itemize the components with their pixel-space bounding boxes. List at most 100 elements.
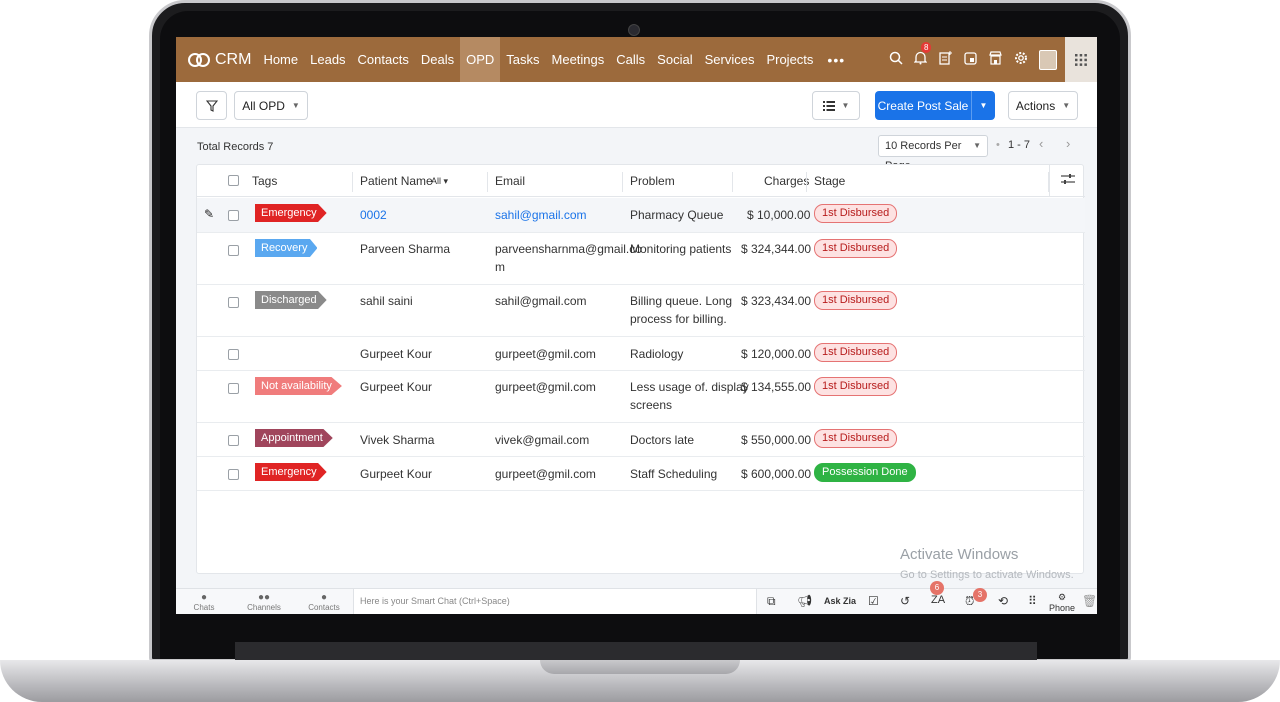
patient-name-cell[interactable]: Gurpeet Kour [360,346,432,363]
nav-services[interactable]: Services [699,37,761,82]
translate-icon[interactable]: ZA [931,594,945,606]
table-row[interactable]: ✎ Emergency 0002 sahil@gmail.com Pharmac… [197,198,1085,233]
nav-more-button[interactable]: ••• [819,52,853,68]
header-email[interactable]: Email [495,174,525,188]
dialpad-icon[interactable]: ⠿ [1028,594,1037,608]
laptop-hinge [235,642,1037,660]
quick-create-icon[interactable] [933,50,958,69]
nav-tasks[interactable]: Tasks [500,37,545,82]
nav-deals[interactable]: Deals [415,37,460,82]
problem-cell: Billing queue. Long [630,294,733,308]
table-row[interactable]: Emergency Gurpeet Kour gurpeet@gmil.com … [197,457,1085,491]
nav-leads[interactable]: Leads [304,37,351,82]
list-toolbar: All OPD ▼ ▼ Create Post Sale ▼ Actions ▼ [176,82,1097,128]
nav-social[interactable]: Social [651,37,698,82]
channels-button[interactable]: ●● Channels [244,592,284,613]
email-cell: sahil@gmail.com [495,294,587,308]
nav-opd[interactable]: OPD [460,37,501,82]
patient-filter-dropdown[interactable]: All ▾ [431,176,448,187]
problem-cell-wrap: screens [630,398,673,412]
settings-gear-icon[interactable] [1008,51,1033,69]
problem-cell: Less usage of. display [630,380,749,394]
header-patient-name[interactable]: Patient Name [360,174,433,188]
crm-logo[interactable]: CRM [188,51,251,69]
email-link[interactable]: sahil@gmail.com [495,207,587,224]
nav-contacts[interactable]: Contacts [352,37,415,82]
edit-pencil-icon[interactable]: ✎ [204,207,214,221]
app-grid-icon[interactable] [1065,37,1097,82]
screen-share-icon[interactable]: ⧉ [767,594,776,609]
table-row[interactable]: Not availability Gurpeet Kour gurpeet@gm… [197,371,1085,423]
row-checkbox[interactable] [228,349,239,360]
select-all-checkbox[interactable] [228,175,239,186]
alarm-badge: 3 [973,588,987,602]
prev-page-icon[interactable]: ‹ [1039,136,1043,151]
table-row[interactable]: Appointment Vivek Sharma vivek@gmail.com… [197,423,1085,457]
stage-badge: 1st Disbursed [814,204,898,223]
list-view-toggle[interactable]: ▼ [812,91,860,120]
trash-icon[interactable]: 🗑︎ [1082,594,1097,608]
column-divider [806,172,807,192]
smart-chat-input[interactable]: Here is your Smart Chat (Ctrl+Space) [353,589,757,614]
marketplace-icon[interactable] [983,50,1008,69]
patient-name-cell[interactable]: sahil saini [360,293,413,310]
patient-name-cell[interactable]: Gurpeet Kour [360,466,432,483]
patient-name-cell[interactable]: Vivek Sharma [360,432,434,449]
header-problem[interactable]: Problem [630,174,675,188]
undo-arrow-icon[interactable]: ↺ [900,594,910,608]
search-icon[interactable] [883,51,908,69]
charges-cell: $ 550,000.00 [741,433,812,447]
table-row[interactable]: Recovery Parveen Sharma parveensharnma@g… [197,233,1085,285]
history-icon[interactable]: ⟲ [998,594,1008,608]
user-avatar[interactable] [1039,49,1057,70]
chevron-down-icon: ▼ [973,141,981,150]
row-checkbox[interactable] [228,383,239,394]
chevron-down-icon: ▼ [1062,101,1071,110]
create-post-sale-button[interactable]: Create Post Sale ▼ [875,91,995,120]
records-per-page-select[interactable]: 10 Records Per Page▼ [878,135,988,172]
total-records: Total Records 7 [197,141,274,153]
megaphone-icon[interactable]: 📢︎ [797,594,812,608]
row-checkbox[interactable] [228,297,239,308]
email-cell: vivek@gmail.com [495,433,590,447]
patient-name-cell[interactable]: Parveen Sharma [360,241,450,258]
table-row[interactable]: Discharged sahil saini sahil@gmail.com B… [197,285,1085,337]
header-stage[interactable]: Stage [814,174,845,188]
chats-button[interactable]: ● Chats [184,593,224,613]
filter-button[interactable] [196,91,227,120]
contacts-button[interactable]: ● Contacts [304,593,344,613]
create-dropdown-icon[interactable]: ▼ [971,91,995,120]
column-divider [732,172,733,192]
patient-name-cell[interactable]: Gurpeet Kour [360,379,432,396]
stage-badge: Possession Done [814,463,916,482]
view-selector[interactable]: All OPD ▼ [234,91,308,120]
row-checkbox[interactable] [228,210,239,221]
calendar-icon[interactable] [958,51,983,69]
charges-cell: $ 324,344.00 [741,242,812,256]
header-charges[interactable]: Charges [764,174,809,188]
row-checkbox[interactable] [228,435,239,446]
row-checkbox[interactable] [228,245,239,256]
nav-projects[interactable]: Projects [760,37,819,82]
webcam [628,24,640,36]
patient-name-link[interactable]: 0002 [360,207,387,224]
notification-bell-icon[interactable]: 8 [908,41,933,69]
phone-button[interactable]: ⚙ Phone [1049,592,1075,613]
ask-zia-button[interactable]: Ask Zia [824,596,856,606]
header-tags[interactable]: Tags [252,174,277,188]
next-page-icon[interactable]: › [1066,136,1070,151]
channels-icon: ●● [257,592,271,603]
checklist-icon[interactable]: ☑ [868,594,879,608]
actions-button[interactable]: Actions ▼ [1008,91,1078,120]
nav-calls[interactable]: Calls [610,37,651,82]
email-cell-wrap: m [495,260,505,274]
table-row[interactable]: Gurpeet Kour gurpeet@gmil.com Radiology … [197,337,1085,371]
email-cell: gurpeet@gmil.com [495,380,596,394]
problem-cell: Radiology [630,347,684,361]
column-settings-icon[interactable] [1049,165,1085,197]
pager-separator: • [996,139,1000,151]
nav-home[interactable]: Home [257,37,304,82]
row-checkbox[interactable] [228,469,239,480]
nav-meetings[interactable]: Meetings [546,37,611,82]
bottom-bar: ● Chats ●● Channels ● Contacts Here is your… [176,581,1097,614]
